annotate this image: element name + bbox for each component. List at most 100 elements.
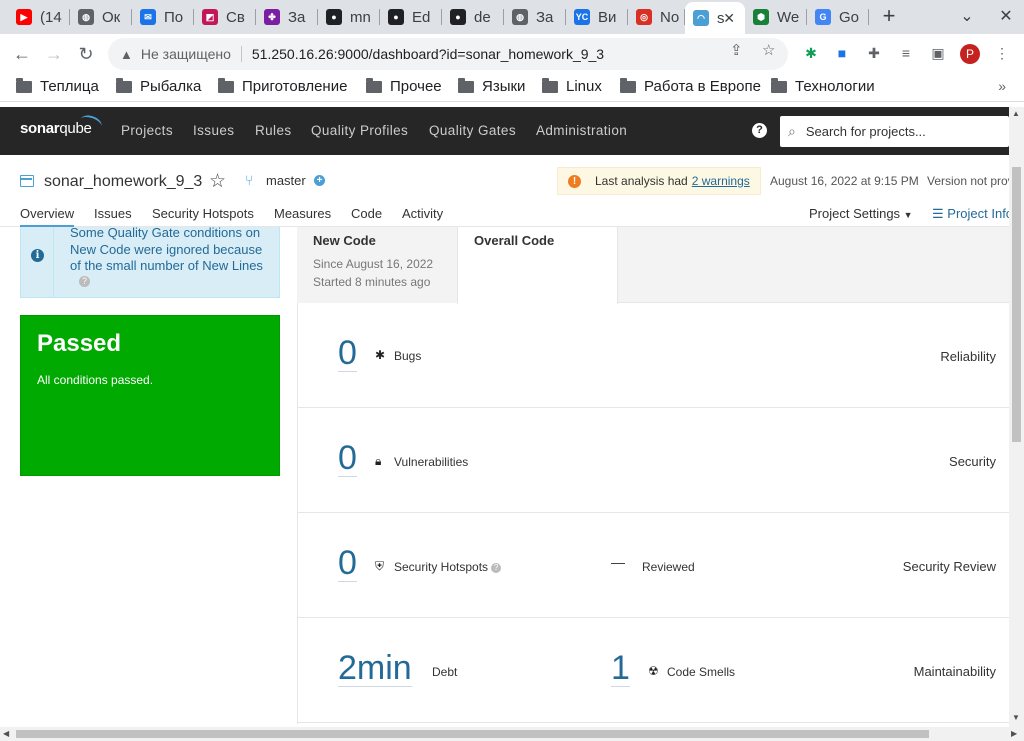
not-secure-label: Не защищено <box>140 46 231 62</box>
address-bar[interactable]: ▲ Не защищено 51.250.16.26:9000/dashboar… <box>108 38 788 70</box>
scroll-down-icon[interactable]: ▼ <box>1012 713 1020 722</box>
bugs-label: Bugs <box>394 349 422 363</box>
url-text[interactable]: 51.250.16.26:9000/dashboard?id=sonar_hom… <box>252 46 604 62</box>
reload-icon[interactable]: ↻ <box>74 42 98 66</box>
bookmark-folder[interactable]: Технологии <box>771 77 875 95</box>
extension-colorful-icon[interactable]: ✱ <box>802 44 820 62</box>
project-information-link[interactable]: ☰ Project Information <box>932 206 1009 222</box>
tab-title: We <box>777 8 800 26</box>
profile-avatar[interactable]: P <box>960 44 980 64</box>
search-input[interactable] <box>805 124 1006 139</box>
zoom-extension-icon[interactable]: ■ <box>833 44 851 62</box>
project-settings-dropdown[interactable]: Project Settings ▼ <box>809 206 913 221</box>
tab-title: Св <box>226 8 245 26</box>
tab-favicon-icon: ◍ <box>512 9 528 25</box>
browser-tab[interactable]: ● mn <box>318 4 380 30</box>
tab-measures[interactable]: Measures <box>274 206 331 221</box>
share-icon[interactable]: ⇪ <box>730 41 743 59</box>
project-settings-label: Project Settings <box>809 206 901 221</box>
tab-overview[interactable]: Overview <box>20 206 75 227</box>
bookmark-star-icon[interactable]: ☆ <box>762 41 775 59</box>
close-tab-icon[interactable]: ✕ <box>723 10 735 27</box>
help-tooltip-icon[interactable]: ? <box>79 276 90 287</box>
nav-quality-gates[interactable]: Quality Gates <box>429 123 516 138</box>
hotspots-value[interactable]: 0 <box>338 545 357 582</box>
horizontal-scrollbar[interactable]: ◀ ▶ <box>0 727 1024 741</box>
bugs-value[interactable]: 0 <box>338 335 357 372</box>
branch-add-icon[interactable]: + <box>314 175 325 186</box>
browser-tab[interactable]: ▶ (14 <box>8 4 70 30</box>
nav-projects[interactable]: Projects <box>121 123 173 138</box>
bookmarks-overflow-icon[interactable]: » <box>998 78 1006 94</box>
bookmark-label: Теплица <box>40 78 99 95</box>
scroll-up-icon[interactable]: ▲ <box>1012 109 1020 118</box>
code-smells-label: Code Smells <box>667 665 736 679</box>
project-name[interactable]: sonar_homework_9_3 <box>44 173 202 191</box>
vertical-scrollbar[interactable]: ▲ ▼ <box>1009 107 1024 727</box>
browser-tab[interactable]: ◠ s ✕ <box>685 2 745 34</box>
vulnerabilities-value[interactable]: 0 <box>338 440 357 477</box>
browser-tab[interactable]: G Go <box>807 4 869 30</box>
bookmark-folder[interactable]: Приготовление <box>218 77 347 95</box>
nav-issues[interactable]: Issues <box>193 123 234 138</box>
browser-tab[interactable]: ✉ По <box>132 4 194 30</box>
folder-icon <box>218 77 234 93</box>
project-search[interactable]: ⌕ <box>780 116 1009 147</box>
side-panel-icon[interactable]: ▣ <box>929 44 947 62</box>
tab-issues[interactable]: Issues <box>94 206 132 221</box>
bookmark-folder[interactable]: Теплица <box>16 77 99 95</box>
forward-icon[interactable]: → <box>42 42 66 66</box>
debt-value[interactable]: 2min <box>338 650 412 687</box>
folder-icon <box>16 77 32 93</box>
tab-security-hotspots[interactable]: Security Hotspots <box>152 206 254 221</box>
bookmark-folder[interactable]: Работа в Европе <box>620 77 761 95</box>
bookmark-label: Технологии <box>795 78 875 95</box>
browser-tab[interactable]: ● de <box>442 4 504 30</box>
tab-title: Ви <box>598 8 617 26</box>
warnings-link[interactable]: 2 warnings <box>692 174 750 188</box>
tab-favicon-icon: ◎ <box>636 9 652 25</box>
chrome-menu-icon[interactable]: ⋮ <box>993 44 1011 62</box>
tab-search-icon[interactable]: ⌄ <box>954 5 980 29</box>
tab-title: No <box>660 8 680 26</box>
nav-rules[interactable]: Rules <box>255 123 292 138</box>
bookmark-folder[interactable]: Рыбалка <box>116 77 201 95</box>
help-icon[interactable]: ? <box>752 123 767 138</box>
browser-tab[interactable]: ● Ed <box>380 4 442 30</box>
tab-new-code[interactable]: New Code Since August 16, 2022 Started 8… <box>297 227 457 303</box>
browser-tab[interactable]: ◎ No <box>628 4 685 30</box>
tab-code[interactable]: Code <box>351 206 382 221</box>
browser-tab[interactable]: ◍ За <box>504 4 566 30</box>
tab-activity[interactable]: Activity <box>402 206 443 221</box>
browser-tab-strip: ▶ (14 ◍ Ок ✉ По ◩ Св ✤ За ● mn ● Ed ● de ◍ За YC Ви ◎ No ◠ s ✕ ⬢ W… <box>0 0 1024 34</box>
bookmark-folder[interactable]: Linux <box>542 77 602 95</box>
bookmark-folder[interactable]: Языки <box>458 77 525 95</box>
quality-gate-title: Passed <box>37 330 122 357</box>
favorite-star-icon[interactable]: ☆ <box>209 170 226 193</box>
back-icon[interactable]: ← <box>10 42 34 66</box>
nav-administration[interactable]: Administration <box>536 123 627 138</box>
browser-tab[interactable]: ◍ Ок <box>70 4 132 30</box>
notice-text: Some Quality Gate conditions on New Code… <box>70 225 263 273</box>
folder-icon <box>116 77 132 93</box>
horizontal-scroll-thumb[interactable] <box>16 730 929 738</box>
browser-tab[interactable]: ⬢ We <box>745 4 807 30</box>
branch-name[interactable]: master <box>266 173 306 188</box>
vertical-scroll-thumb[interactable] <box>1012 167 1021 442</box>
hotspots-help-icon[interactable]: ? <box>491 562 502 573</box>
browser-tab[interactable]: ✤ За <box>256 4 318 30</box>
window-close-icon[interactable]: ✕ <box>993 5 1019 29</box>
code-smells-value[interactable]: 1 <box>611 650 630 687</box>
reading-list-icon[interactable]: ≡ <box>897 44 915 62</box>
project-information-label: Project Information <box>947 206 1009 221</box>
new-tab-icon[interactable]: + <box>876 5 902 29</box>
scroll-right-icon[interactable]: ▶ <box>1011 729 1017 738</box>
notice-icon-stripe <box>21 227 54 297</box>
tab-overall-code[interactable]: Overall Code <box>457 227 618 304</box>
browser-tab[interactable]: YC Ви <box>566 4 628 30</box>
browser-tab[interactable]: ◩ Св <box>194 4 256 30</box>
nav-quality-profiles[interactable]: Quality Profiles <box>311 123 408 138</box>
scroll-left-icon[interactable]: ◀ <box>3 729 9 738</box>
extensions-puzzle-icon[interactable]: ✚ <box>865 44 883 62</box>
bookmark-folder[interactable]: Прочее <box>366 77 442 95</box>
